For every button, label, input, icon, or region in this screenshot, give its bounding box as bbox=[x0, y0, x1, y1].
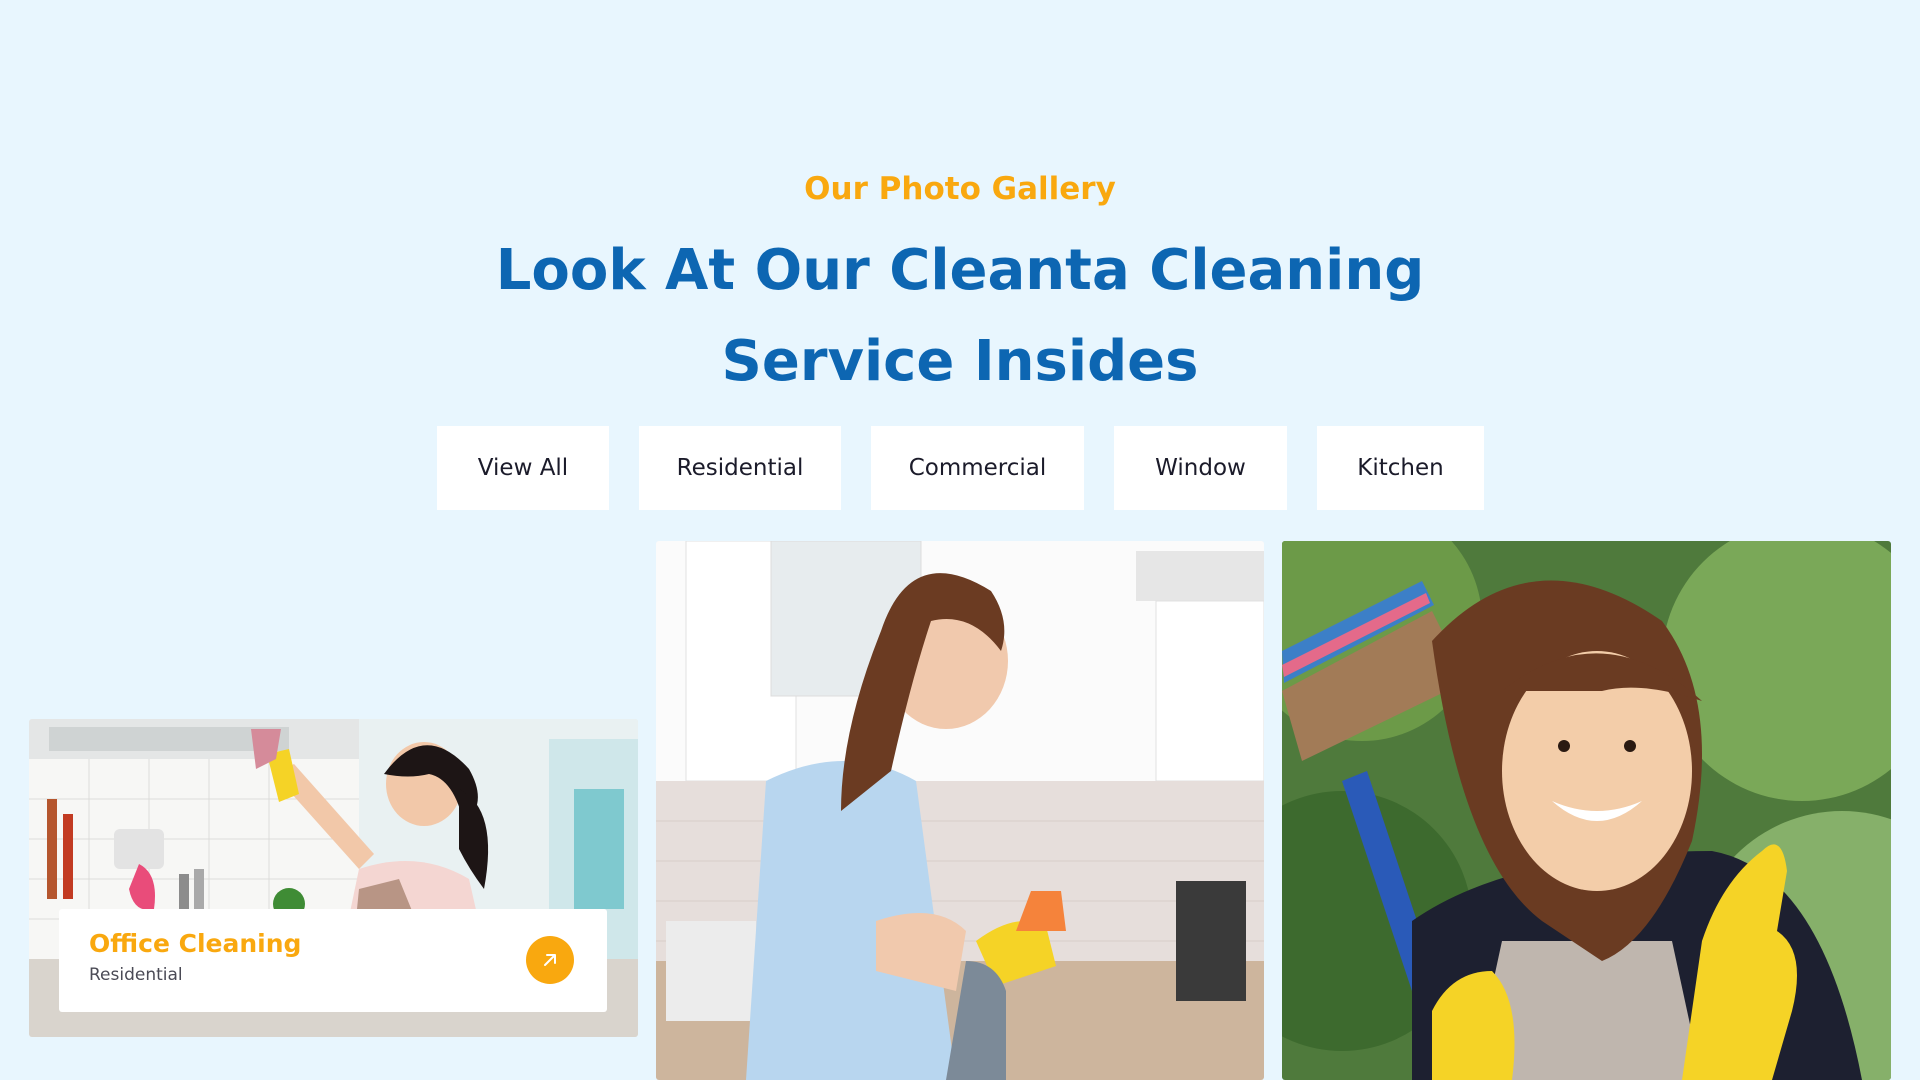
headline-line-2: Service Insides bbox=[721, 329, 1199, 394]
gallery-filter-bar: View All Residential Commercial Window K… bbox=[0, 426, 1920, 510]
arrow-up-right-icon[interactable] bbox=[526, 936, 574, 984]
section-subtitle: Our Photo Gallery bbox=[804, 171, 1116, 207]
caption-category: Residential bbox=[89, 965, 183, 985]
woman-spraying-counter-photo bbox=[656, 541, 1264, 1080]
gallery-caption-card: Office Cleaning Residential bbox=[59, 909, 607, 1012]
filter-kitchen-button[interactable]: Kitchen bbox=[1317, 426, 1484, 510]
headline-line-1: Look At Our Cleanta Cleaning bbox=[495, 238, 1425, 303]
gallery-photo-kitchen-cleaning[interactable] bbox=[656, 541, 1264, 1080]
filter-commercial-button[interactable]: Commercial bbox=[871, 426, 1084, 510]
filter-residential-button[interactable]: Residential bbox=[639, 426, 841, 510]
section-headline: Look At Our Cleanta Cleaning Service Ins… bbox=[0, 225, 1920, 407]
caption-title[interactable]: Office Cleaning bbox=[89, 929, 301, 958]
woman-with-broom-thumbs-up-photo bbox=[1282, 541, 1891, 1080]
gallery-section: Our Photo Gallery Look At Our Cleanta Cl… bbox=[0, 0, 1920, 1080]
gallery-photo-broom-cleaning[interactable] bbox=[1282, 541, 1891, 1080]
filter-view-all-button[interactable]: View All bbox=[437, 426, 609, 510]
filter-window-button[interactable]: Window bbox=[1114, 426, 1287, 510]
